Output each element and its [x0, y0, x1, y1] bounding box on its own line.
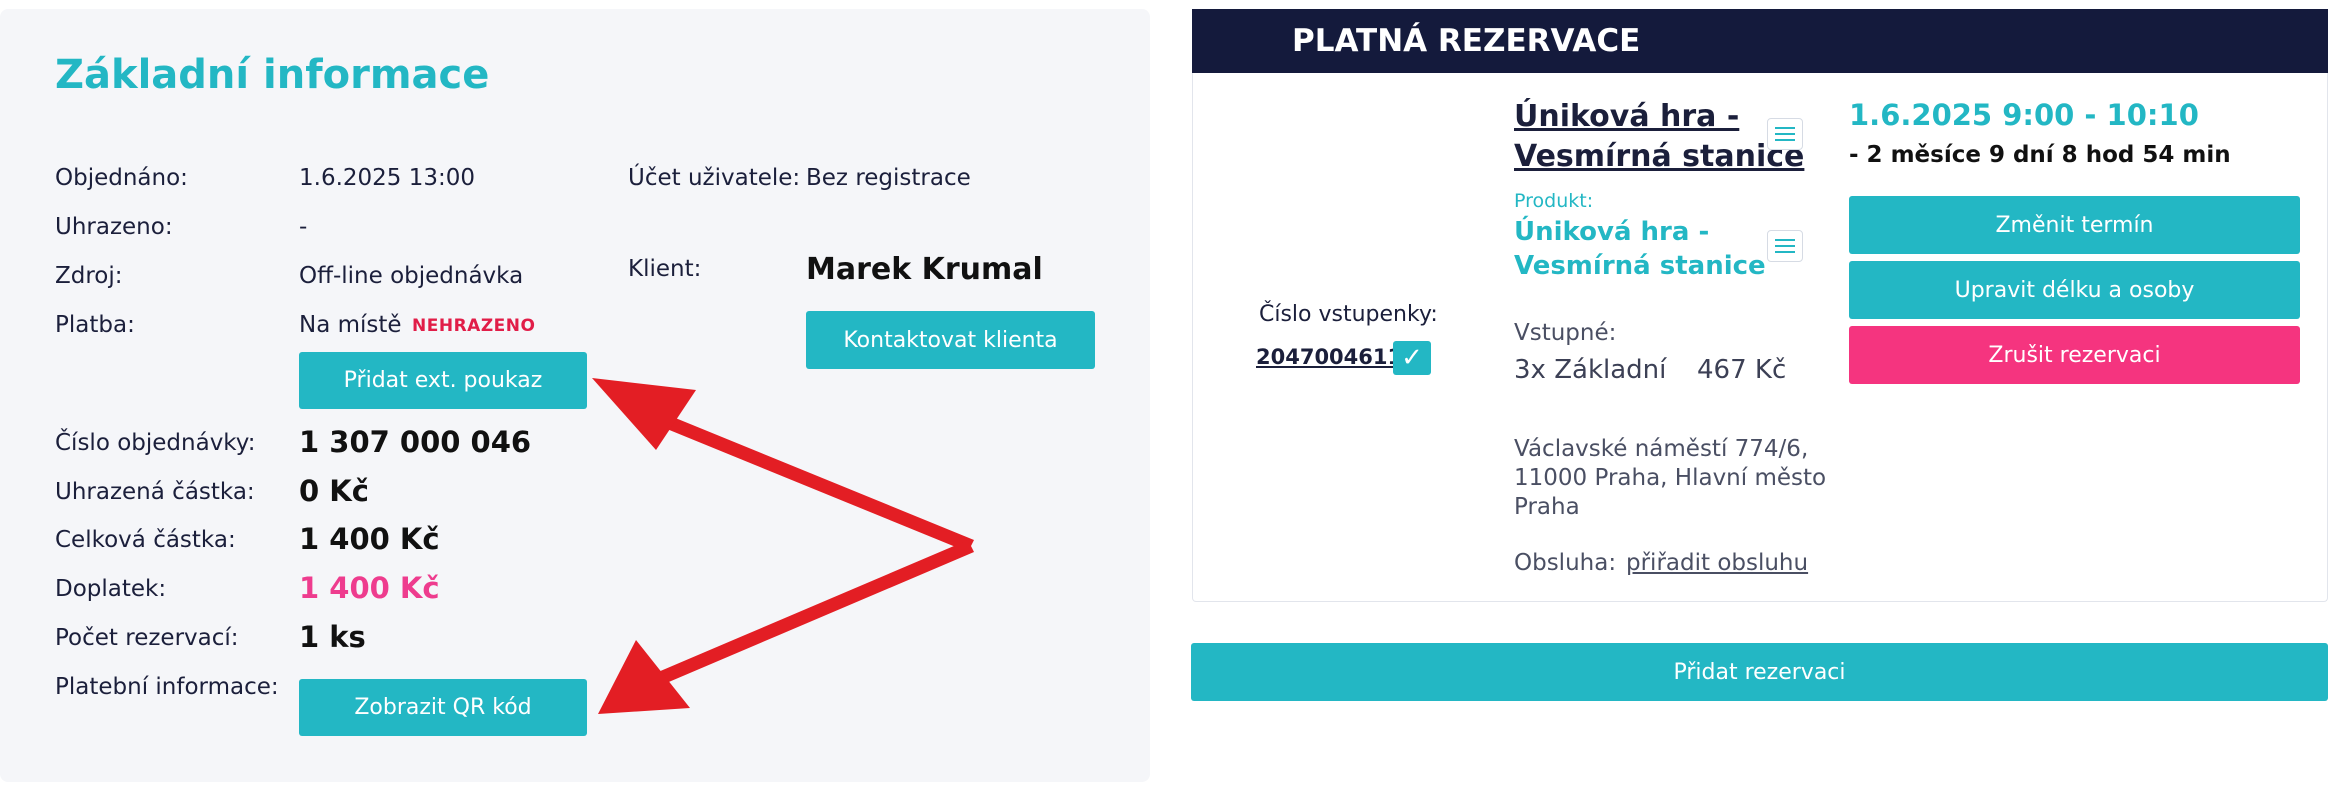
- staff-label: Obsluha:: [1514, 550, 1617, 576]
- countdown: - 2 měsíce 9 dní 8 hod 54 min: [1849, 142, 2231, 168]
- product-line2: Vesmírná stanice: [1514, 251, 1766, 281]
- product-label: Produkt:: [1514, 190, 1594, 212]
- reservation-header: PLATNÁ REZERVACE: [1192, 9, 2328, 73]
- address-line3: Praha: [1514, 494, 1580, 520]
- menu-icon[interactable]: [1767, 118, 1803, 150]
- reservation-header-title: PLATNÁ REZERVACE: [1292, 23, 1641, 59]
- ticket-number-link[interactable]: 2047004611: [1256, 345, 1402, 369]
- ticket-number-label: Číslo vstupenky:: [1259, 302, 1438, 327]
- cancel-reservation-button[interactable]: Zrušit rezervaci: [1849, 326, 2300, 384]
- entry-type: 3x Základní: [1514, 355, 1667, 385]
- address-line1: Václavské náměstí 774/6,: [1514, 436, 1809, 462]
- game-title-link[interactable]: Úniková hra - Vesmírná stanice: [1514, 97, 1804, 177]
- check-icon[interactable]: ✓: [1393, 341, 1431, 375]
- edit-length-button[interactable]: Upravit délku a osoby: [1849, 261, 2300, 319]
- address-line2: 11000 Praha, Hlavní město: [1514, 465, 1827, 491]
- game-title-line1: Úniková hra -: [1514, 99, 1740, 134]
- add-reservation-button[interactable]: Přidat rezervaci: [1191, 643, 2328, 701]
- assign-staff-link[interactable]: přiřadit obsluhu: [1626, 550, 1808, 576]
- product-name: Úniková hra - Vesmírná stanice: [1514, 215, 1766, 283]
- game-title-line2: Vesmírná stanice: [1514, 139, 1805, 174]
- entry-label: Vstupné:: [1514, 320, 1617, 346]
- reservation-datetime: 1.6.2025 9:00 - 10:10: [1849, 98, 2199, 132]
- address: Václavské náměstí 774/6, 11000 Praha, Hl…: [1514, 435, 1826, 522]
- product-line1: Úniková hra -: [1514, 217, 1710, 247]
- menu-icon[interactable]: [1767, 230, 1803, 262]
- change-date-button[interactable]: Změnit termín: [1849, 196, 2300, 254]
- entry-price: 467 Kč: [1697, 355, 1787, 385]
